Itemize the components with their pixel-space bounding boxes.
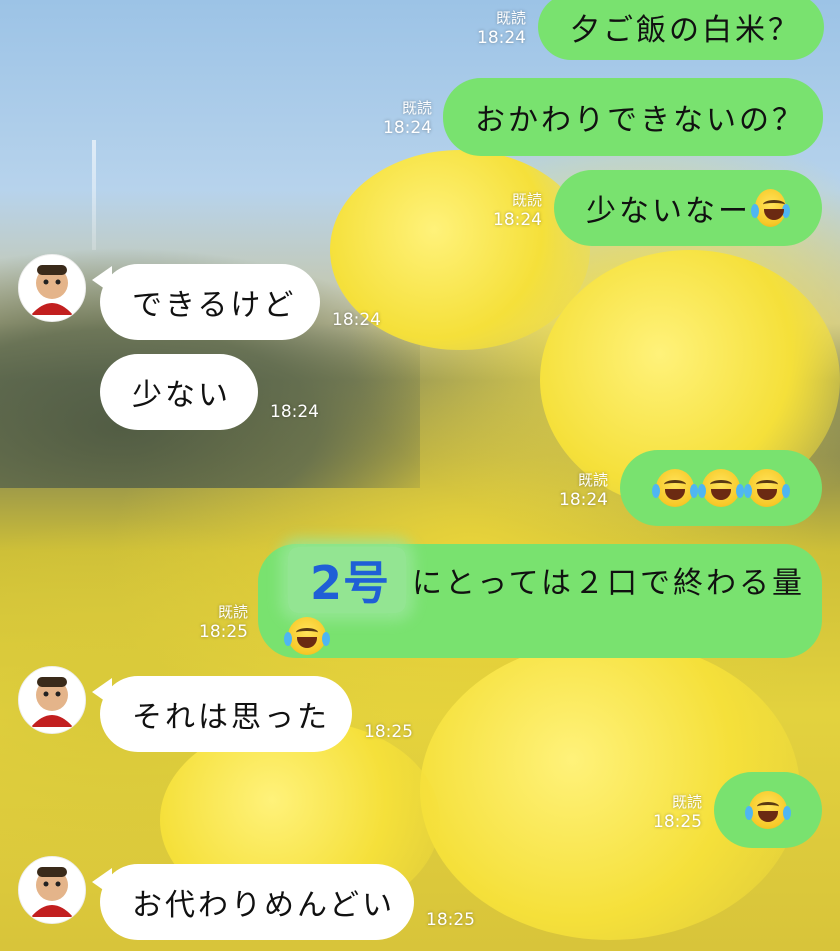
timestamp: 18:25	[199, 622, 248, 642]
message-meta: 18:25	[426, 910, 475, 930]
message-meta: 既読 18:25	[642, 792, 702, 832]
timestamp: 18:24	[383, 118, 432, 138]
highlighted-name: 2号	[288, 547, 407, 613]
message-bubble-incoming[interactable]: それは思った	[100, 676, 352, 752]
message-bubble-outgoing[interactable]: 2号 にとっては２口で終わる量	[258, 544, 822, 658]
message-meta: 既読 18:24	[548, 470, 608, 510]
message-meta: 既読 18:24	[372, 98, 432, 138]
read-receipt: 既読	[401, 99, 432, 117]
highlight-text: 2号	[310, 556, 391, 610]
message-text: 夕ご飯の白米？	[570, 13, 801, 48]
timestamp: 18:25	[653, 812, 702, 832]
timestamp: 18:25	[426, 910, 475, 930]
read-receipt: 既読	[495, 9, 526, 27]
message-bubble-outgoing[interactable]: おかわりできないの？	[443, 78, 823, 156]
laughing-crying-emoji-icon	[745, 791, 791, 829]
message-bubble-incoming[interactable]: できるけど	[100, 264, 320, 340]
message-text: おかわりできないの？	[475, 103, 805, 138]
message-meta: 既読 18:24	[482, 190, 542, 230]
message-meta: 18:24	[270, 402, 319, 422]
timestamp: 18:25	[364, 722, 413, 742]
timestamp: 18:24	[270, 402, 319, 422]
avatar[interactable]	[18, 856, 86, 924]
message-bubble-incoming[interactable]: 少ない	[100, 354, 258, 430]
read-receipt: 既読	[217, 603, 248, 621]
message-text: それは思った	[132, 700, 330, 735]
message-meta: 18:24	[332, 310, 381, 330]
read-receipt: 既読	[511, 191, 542, 209]
laughing-crying-emoji-icon	[284, 617, 330, 655]
message-meta: 既読 18:25	[188, 602, 248, 642]
background-tower	[92, 140, 96, 250]
message-text: お代わりめんどい	[132, 888, 396, 923]
laughing-crying-emoji-icon	[744, 469, 790, 507]
read-receipt: 既読	[577, 471, 608, 489]
message-text: にとっては２口で終わる量	[412, 566, 806, 601]
laughing-crying-emoji-icon	[698, 469, 744, 507]
read-receipt: 既読	[671, 793, 702, 811]
message-bubble-incoming[interactable]: お代わりめんどい	[100, 864, 414, 940]
message-meta: 18:25	[364, 722, 413, 742]
timestamp: 18:24	[332, 310, 381, 330]
message-bubble-outgoing[interactable]	[714, 772, 822, 848]
timestamp: 18:24	[559, 490, 608, 510]
message-meta: 既読 18:24	[466, 8, 526, 48]
message-bubble-outgoing[interactable]: 少ないなー	[554, 170, 822, 246]
message-bubble-outgoing[interactable]	[620, 450, 822, 526]
message-text: 少ない	[132, 378, 231, 413]
laughing-crying-emoji-icon	[652, 469, 698, 507]
timestamp: 18:24	[493, 210, 542, 230]
avatar[interactable]	[18, 666, 86, 734]
laughing-crying-emoji-icon	[751, 189, 790, 227]
message-text: できるけど	[132, 288, 297, 323]
avatar[interactable]	[18, 254, 86, 322]
message-bubble-outgoing[interactable]: 夕ご飯の白米？	[538, 0, 824, 60]
message-text: 少ないなー	[586, 194, 751, 229]
timestamp: 18:24	[477, 28, 526, 48]
